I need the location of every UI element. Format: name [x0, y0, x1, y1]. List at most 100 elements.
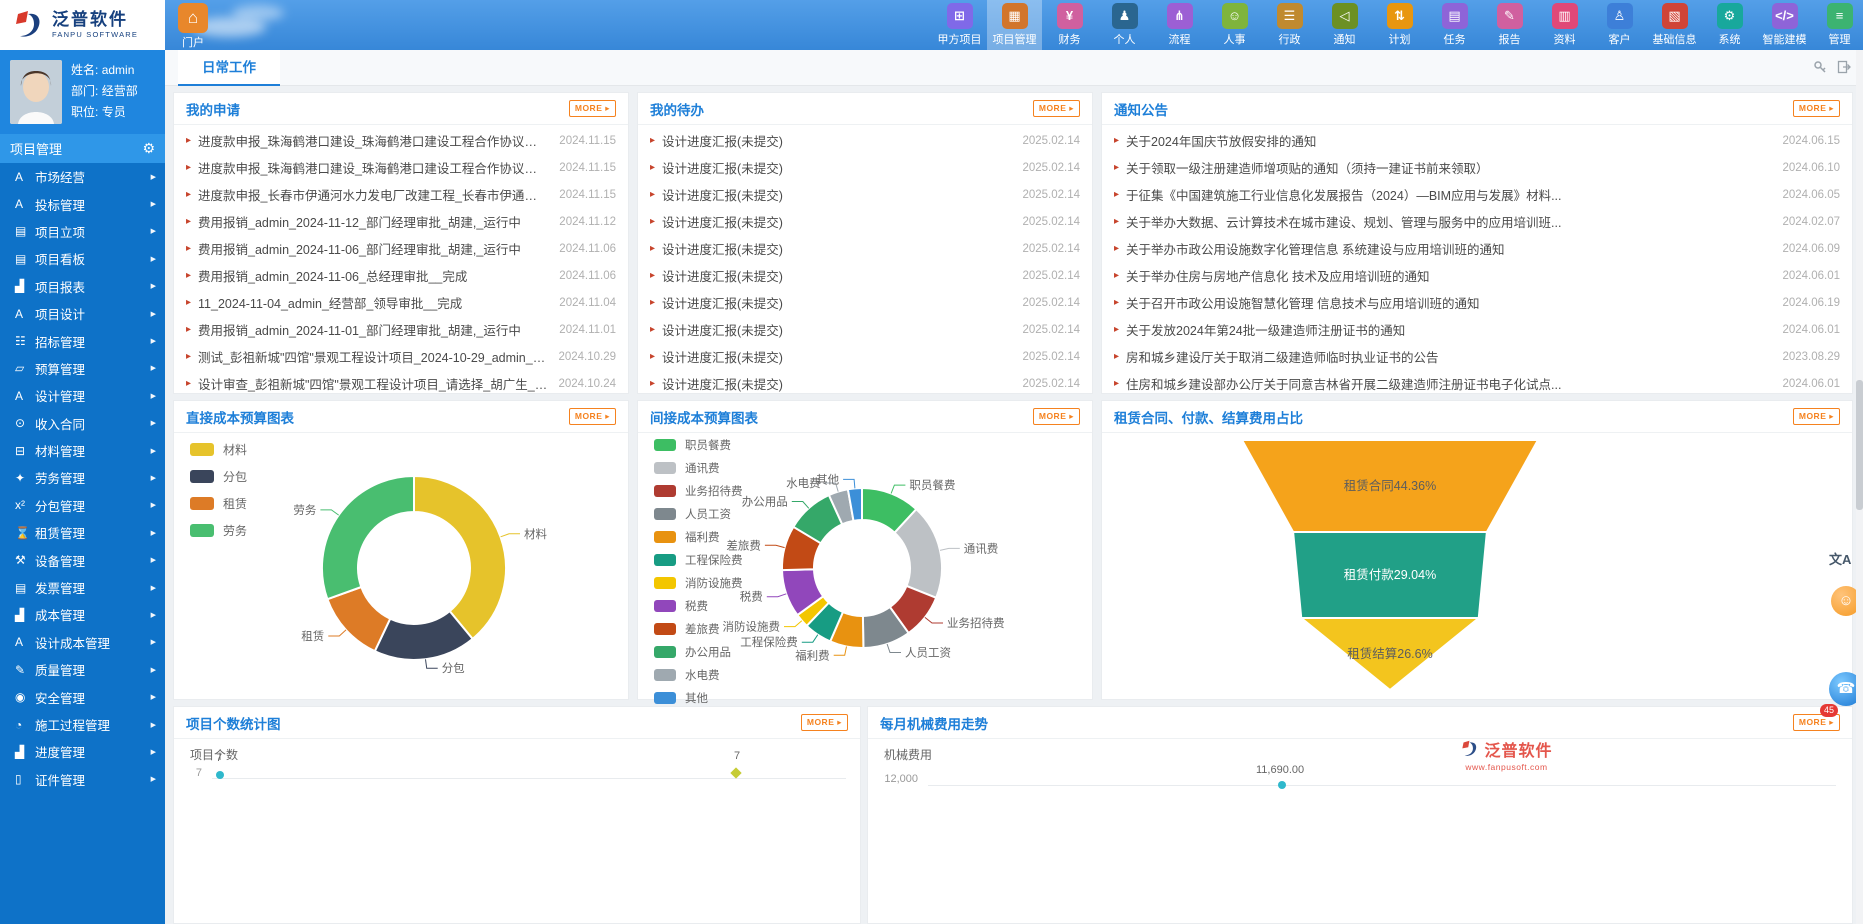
- list-item[interactable]: 设计进度汇报(未提交) 2025.02.14: [638, 262, 1092, 289]
- top-nav-item[interactable]: ⊞ 甲方项目: [932, 0, 987, 50]
- translate-widget[interactable]: 文A: [1829, 549, 1851, 568]
- more-button[interactable]: MORE: [569, 408, 616, 425]
- list-item[interactable]: 关于领取一级注册建造师增项贴的通知（须持一建证书前来领取） 2024.06.10: [1102, 154, 1852, 181]
- legend-item[interactable]: 材料: [190, 441, 247, 458]
- top-nav-item[interactable]: ▤ 任务: [1427, 0, 1482, 50]
- sidebar-menu-item[interactable]: ▤ 项目看板 ▶: [0, 245, 165, 272]
- list-item[interactable]: 费用报销_admin_2024-11-01_部门经理审批_胡建,_运行中 202…: [174, 316, 628, 343]
- legend-item[interactable]: 职员餐费: [654, 437, 743, 453]
- top-nav-item[interactable]: ✎ 报告: [1482, 0, 1537, 50]
- sidebar-menu-item[interactable]: ◔ 施工过程管理 ▶: [0, 711, 165, 738]
- legend-item[interactable]: 消防设施费: [654, 575, 743, 591]
- donut-segment[interactable]: [322, 476, 414, 599]
- sidebar-menu-item[interactable]: x² 分包管理 ▶: [0, 492, 165, 519]
- legend-item[interactable]: 人员工资: [654, 506, 743, 522]
- donut-segment[interactable]: [414, 476, 506, 639]
- legend-item[interactable]: 工程保险费: [654, 552, 743, 568]
- list-item[interactable]: 关于举办市政公用设施数字化管理信息 系统建设与应用培训班的通知 2024.06.…: [1102, 235, 1852, 262]
- sidebar-menu-item[interactable]: A 项目设计 ▶: [0, 300, 165, 327]
- legend-item[interactable]: 福利费: [654, 529, 743, 545]
- top-nav-item[interactable]: ♙ 客户: [1592, 0, 1647, 50]
- list-item[interactable]: 于征集《中国建筑施工行业信息化发展报告（2024）—BIM应用与发展》材料...…: [1102, 181, 1852, 208]
- legend-item[interactable]: 劳务: [190, 522, 247, 539]
- top-nav-item[interactable]: ⇅ 计划: [1372, 0, 1427, 50]
- top-nav-item[interactable]: ¥ 财务: [1042, 0, 1097, 50]
- sidebar-menu-item[interactable]: ▤ 发票管理 ▶: [0, 574, 165, 601]
- key-icon[interactable]: [1813, 60, 1827, 74]
- top-nav-item[interactable]: </> 智能建模: [1757, 0, 1812, 50]
- legend-item[interactable]: 其他: [654, 690, 743, 706]
- more-button[interactable]: MORE: [801, 714, 848, 731]
- top-nav-item[interactable]: ▧ 基础信息: [1647, 0, 1702, 50]
- top-nav-item[interactable]: ☰ 行政: [1262, 0, 1317, 50]
- sidebar-menu-item[interactable]: A 设计管理 ▶: [0, 382, 165, 409]
- sidebar-menu-item[interactable]: ✦ 劳务管理 ▶: [0, 464, 165, 491]
- legend-item[interactable]: 业务招待费: [654, 483, 743, 499]
- legend-item[interactable]: 办公用品: [654, 644, 743, 660]
- sidebar-menu-item[interactable]: ◉ 安全管理 ▶: [0, 683, 165, 710]
- list-item[interactable]: 费用报销_admin_2024-11-06_部门经理审批_胡建,_运行中 202…: [174, 235, 628, 262]
- more-button[interactable]: MORE: [1793, 408, 1840, 425]
- sidebar-menu-item[interactable]: ⊙ 收入合同 ▶: [0, 410, 165, 437]
- more-button[interactable]: MORE: [569, 100, 616, 117]
- list-item[interactable]: 设计进度汇报(未提交) 2025.02.14: [638, 154, 1092, 181]
- sidebar-menu-item[interactable]: ▟ 进度管理 ▶: [0, 738, 165, 765]
- list-item[interactable]: 设计进度汇报(未提交) 2025.02.14: [638, 370, 1092, 397]
- legend-item[interactable]: 通讯费: [654, 460, 743, 476]
- list-item[interactable]: 关于发放2024年第24批一级建造师注册证书的通知 2024.06.01: [1102, 316, 1852, 343]
- list-item[interactable]: 设计进度汇报(未提交) 2025.02.14: [638, 181, 1092, 208]
- sidebar-menu-item[interactable]: ▟ 项目报表 ▶: [0, 273, 165, 300]
- legend-item[interactable]: 差旅费: [654, 621, 743, 637]
- top-nav-item[interactable]: ≡ 管理: [1812, 0, 1863, 50]
- top-nav-item[interactable]: ◁ 通知: [1317, 0, 1372, 50]
- list-item[interactable]: 进度款申报_珠海鹤港口建设_珠海鹤港口建设工程合作协议书_admin_... 2…: [174, 154, 628, 181]
- tab-daily-work[interactable]: 日常工作: [178, 50, 280, 86]
- list-item[interactable]: 费用报销_admin_2024-11-06_总经理审批__完成 2024.11.…: [174, 262, 628, 289]
- list-item[interactable]: 设计进度汇报(未提交) 2025.02.14: [638, 208, 1092, 235]
- top-nav-item[interactable]: ☺ 人事: [1207, 0, 1262, 50]
- scrollbar-thumb[interactable]: [1856, 380, 1863, 510]
- list-item[interactable]: 关于召开市政公用设施智慧化管理 信息技术与应用培训班的通知 2024.06.19: [1102, 289, 1852, 316]
- legend-item[interactable]: 税费: [654, 598, 743, 614]
- list-item[interactable]: 设计进度汇报(未提交) 2025.02.14: [638, 127, 1092, 154]
- list-item[interactable]: 关于举办住房与房地产信息化 技术及应用培训班的通知 2024.06.01: [1102, 262, 1852, 289]
- list-item[interactable]: 设计进度汇报(未提交) 2025.02.14: [638, 316, 1092, 343]
- gear-icon[interactable]: ⚙: [142, 140, 155, 157]
- list-item[interactable]: 设计审查_彭祖新城"四馆"景观工程设计项目_请选择_胡广生_2024-10-2.…: [174, 370, 628, 397]
- list-item[interactable]: 设计进度汇报(未提交) 2025.02.14: [638, 289, 1092, 316]
- sidebar-menu-item[interactable]: ▯ 证件管理 ▶: [0, 766, 165, 793]
- list-item[interactable]: 进度款申报_珠海鹤港口建设_珠海鹤港口建设工程合作协议书_admin_... 2…: [174, 127, 628, 154]
- sidebar-menu-item[interactable]: ⚒ 设备管理 ▶: [0, 546, 165, 573]
- sidebar-menu-item[interactable]: ▤ 项目立项 ▶: [0, 218, 165, 245]
- top-nav-item[interactable]: ⋔ 流程: [1152, 0, 1207, 50]
- list-item[interactable]: 测试_彭祖新城"四馆"景观工程设计项目_2024-10-29_admin_结束_…: [174, 343, 628, 370]
- top-nav-item[interactable]: ♟ 个人: [1097, 0, 1152, 50]
- legend-item[interactable]: 分包: [190, 468, 247, 485]
- more-button[interactable]: MORE: [1033, 100, 1080, 117]
- list-item[interactable]: 房和城乡建设厅关于取消二级建造师临时执业证书的公告 2023.08.29: [1102, 343, 1852, 370]
- expand-icon[interactable]: [1837, 60, 1851, 74]
- sidebar-menu-item[interactable]: ▱ 预算管理 ▶: [0, 355, 165, 382]
- legend-item[interactable]: 租赁: [190, 495, 247, 512]
- list-item[interactable]: 设计进度汇报(未提交) 2025.02.14: [638, 235, 1092, 262]
- list-item[interactable]: 住房和城乡建设部办公厅关于同意吉林省开展二级建造师注册证书电子化试点... 20…: [1102, 370, 1852, 397]
- sidebar-menu-item[interactable]: A 设计成本管理 ▶: [0, 629, 165, 656]
- top-nav-item[interactable]: ⚙ 系统: [1702, 0, 1757, 50]
- list-item[interactable]: 关于2024年国庆节放假安排的通知 2024.06.15: [1102, 127, 1852, 154]
- top-nav-item[interactable]: ▥ 资料: [1537, 0, 1592, 50]
- sidebar-menu-item[interactable]: ⊟ 材料管理 ▶: [0, 437, 165, 464]
- portal-button[interactable]: ⌂ 门户: [170, 3, 216, 50]
- list-item[interactable]: 进度款申报_长春市伊通河水力发电厂改建工程_长春市伊通河水力发电... 2024…: [174, 181, 628, 208]
- list-item[interactable]: 11_2024-11-04_admin_经营部_领导审批__完成 2024.11…: [174, 289, 628, 316]
- more-button[interactable]: MORE: [1033, 408, 1080, 425]
- top-nav-item[interactable]: ▦ 项目管理: [987, 0, 1042, 50]
- list-item[interactable]: 设计进度汇报(未提交) 2025.02.14: [638, 343, 1092, 370]
- sidebar-menu-item[interactable]: ☷ 招标管理 ▶: [0, 327, 165, 354]
- list-item[interactable]: 关于举办大数据、云计算技术在城市建设、规划、管理与服务中的应用培训班... 20…: [1102, 208, 1852, 235]
- sidebar-menu-item[interactable]: ✎ 质量管理 ▶: [0, 656, 165, 683]
- legend-item[interactable]: 水电费: [654, 667, 743, 683]
- more-button[interactable]: MORE: [1793, 100, 1840, 117]
- list-item[interactable]: 费用报销_admin_2024-11-12_部门经理审批_胡建,_运行中 202…: [174, 208, 628, 235]
- sidebar-menu-item[interactable]: A 市场经营 ▶: [0, 163, 165, 190]
- sidebar-menu-item[interactable]: ⌛ 租赁管理 ▶: [0, 519, 165, 546]
